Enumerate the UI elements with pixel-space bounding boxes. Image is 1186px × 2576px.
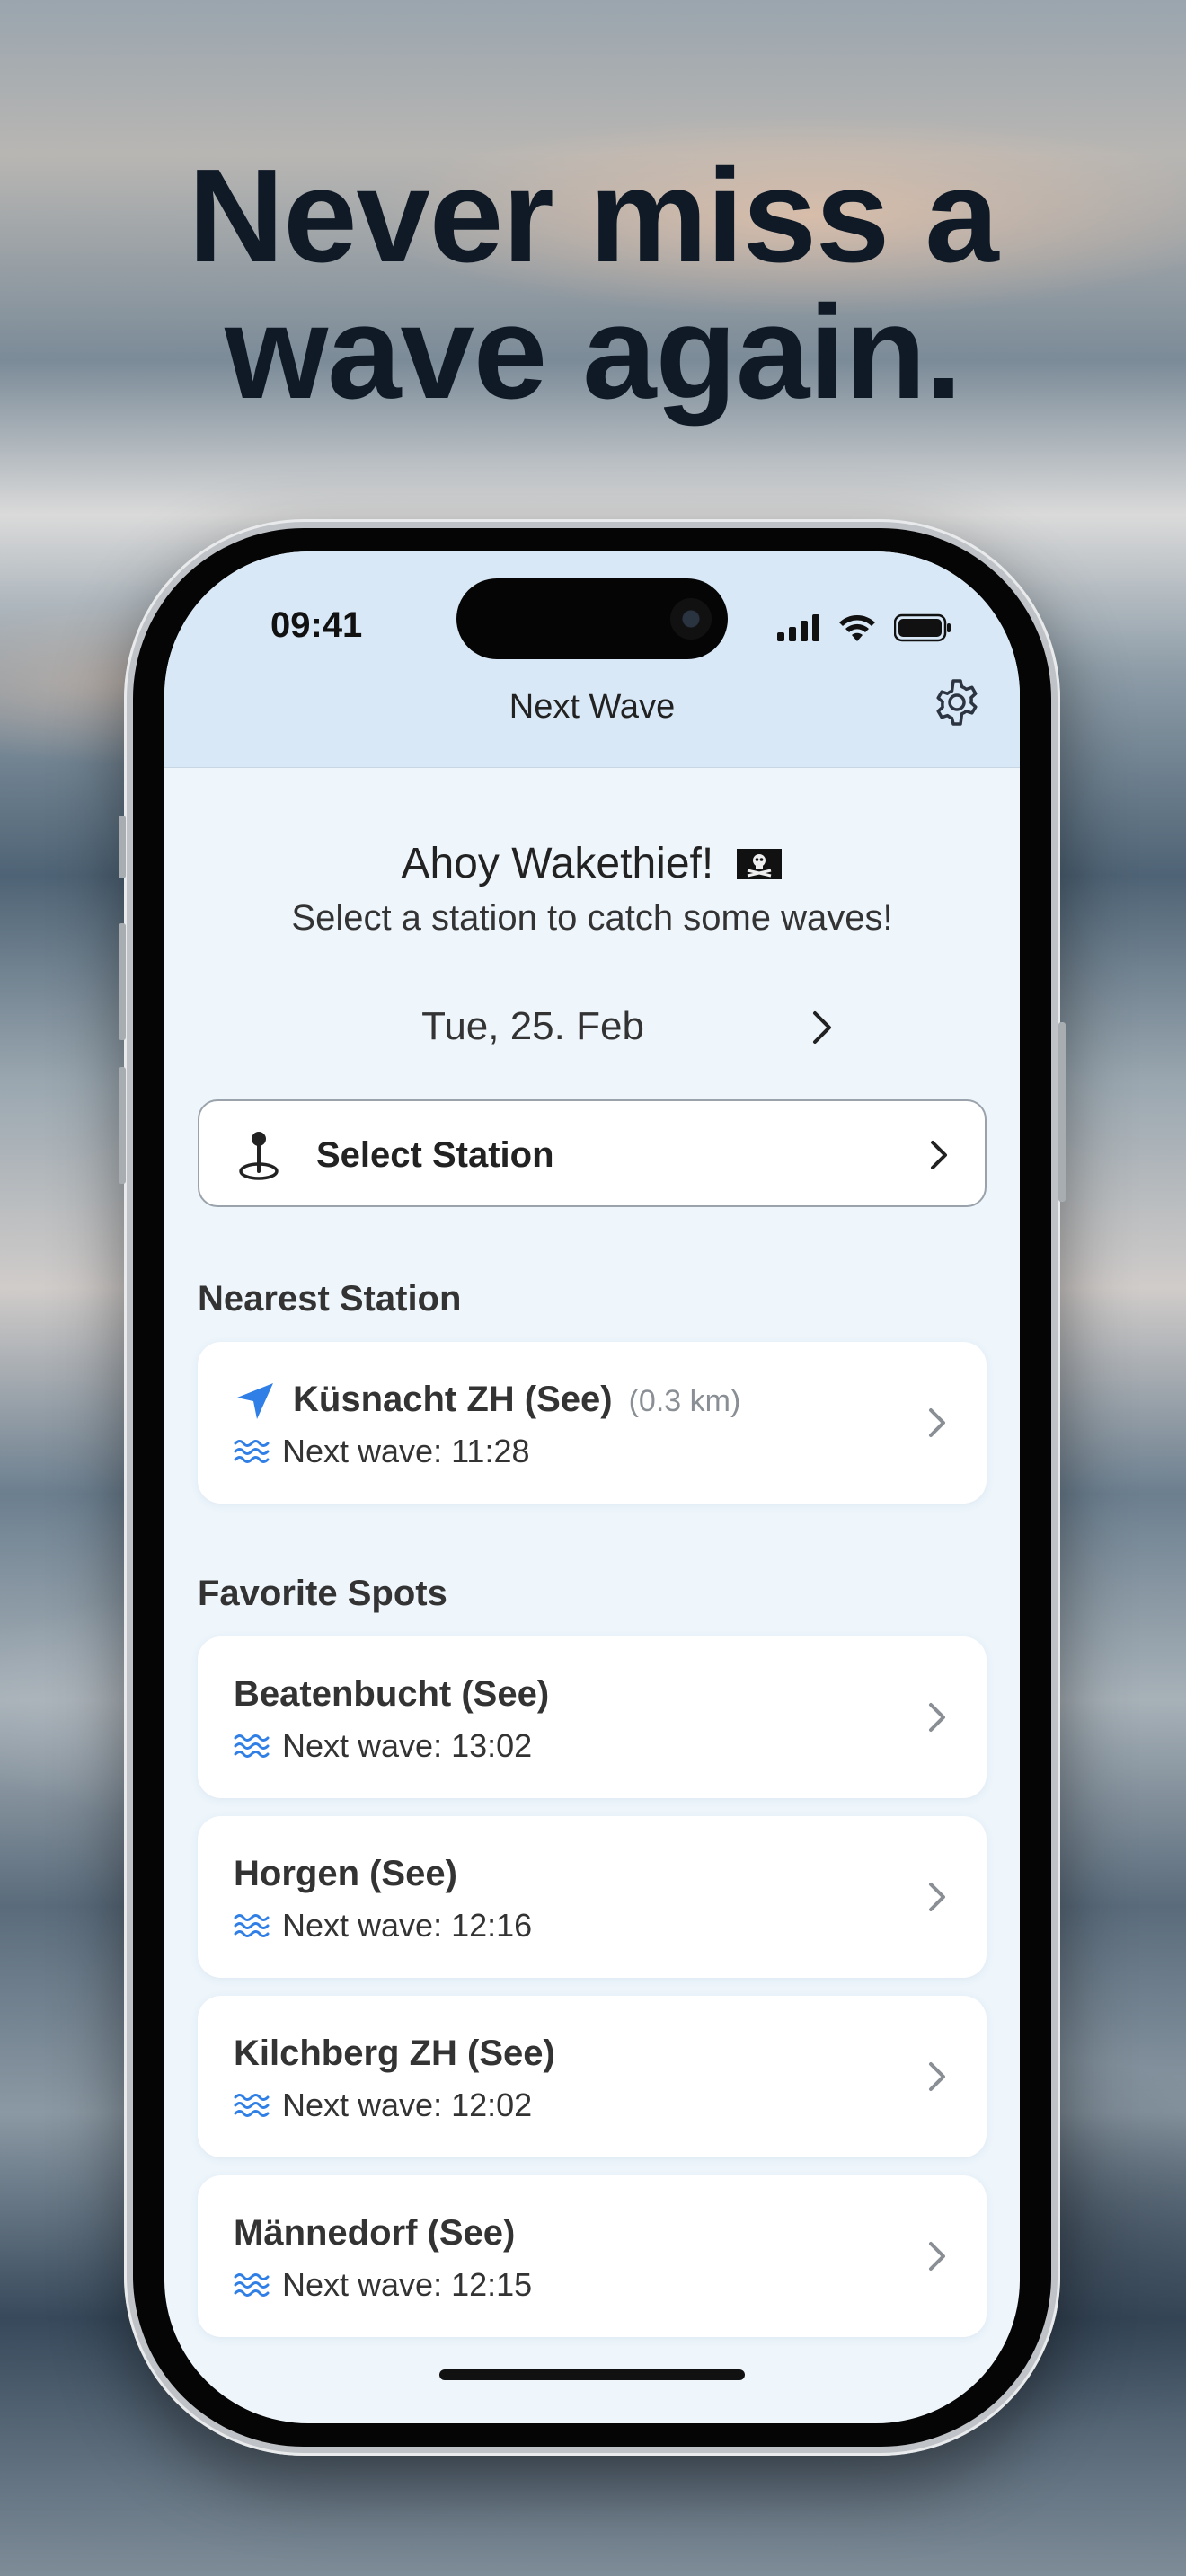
select-station-button[interactable]: Select Station (198, 1099, 987, 1207)
nearest-station-heading: Nearest Station (198, 1279, 462, 1319)
greeting-title: Ahoy Wakethief! (164, 839, 1020, 888)
favorite-spot-card[interactable]: Kilchberg ZH (See) Next wave: 12:02 (198, 1996, 987, 2157)
power-button (1058, 1022, 1066, 1202)
waves-icon (234, 1440, 270, 1463)
next-wave-row: Next wave: 12:16 (234, 1906, 532, 1945)
greeting-subtitle: Select a station to catch some waves! (291, 898, 893, 938)
location-arrow-icon (237, 1383, 273, 1419)
nearest-station-card[interactable]: Küsnacht ZH (See) (0.3 km) Next wave: 11:… (198, 1342, 987, 1504)
map-pin-icon (239, 1132, 279, 1180)
date-selector: Tue, 25. Feb (164, 999, 1020, 1056)
nav-title: Next Wave (509, 688, 676, 726)
spot-name: Kilchberg ZH (See) (234, 2033, 555, 2073)
battery-icon (894, 613, 951, 642)
status-icons (777, 605, 951, 650)
wifi-icon (839, 615, 875, 641)
next-wave-row: Next wave: 12:02 (234, 2086, 532, 2125)
chevron-right-icon (929, 1703, 945, 1732)
spot-name: Männedorf (See) (234, 2213, 516, 2253)
chevron-right-icon (929, 2062, 945, 2091)
chevron-right-icon (929, 2242, 945, 2271)
greeting-text: Ahoy Wakethief! (401, 840, 714, 887)
select-station-label: Select Station (316, 1135, 554, 1175)
action-button (119, 816, 126, 878)
volume-up-button (119, 923, 126, 1040)
station-title: Küsnacht ZH (See) (0.3 km) (293, 1380, 740, 1420)
chevron-right-icon (929, 1883, 945, 1911)
dynamic-island (456, 578, 728, 659)
headline: Never miss a wave again. (0, 148, 1186, 421)
next-wave-row: Next wave: 13:02 (234, 1726, 532, 1766)
favorite-spot-card[interactable]: Männedorf (See) Next wave: 12:15 (198, 2175, 987, 2337)
next-wave-text: Next wave: 12:16 (282, 1907, 533, 1944)
navigation-bar: 09:41 Next Wave (164, 551, 1020, 768)
favorite-spot-card[interactable]: Beatenbucht (See) Next wave: 13:02 (198, 1636, 987, 1798)
next-wave-row: Next wave: 12:15 (234, 2265, 532, 2305)
chevron-right-icon[interactable] (804, 1008, 840, 1047)
app-screen: 09:41 Next Wave Ahoy Wakethief! Select a… (164, 551, 1020, 2423)
next-wave-text: Next wave: 13:02 (282, 1727, 533, 1764)
phone-frame: 09:41 Next Wave Ahoy Wakethief! Select a… (119, 519, 1066, 2456)
pirate-flag-icon (736, 849, 782, 880)
volume-down-button (119, 1067, 126, 1184)
home-indicator[interactable] (439, 2369, 745, 2380)
chevron-right-icon (931, 1141, 947, 1169)
favorite-spots-heading: Favorite Spots (198, 1574, 447, 1613)
cellular-signal-icon (777, 614, 819, 641)
favorite-spot-card[interactable]: Horgen (See) Next wave: 12:16 (198, 1816, 987, 1978)
next-wave-row: Next wave: 11:28 (234, 1432, 529, 1471)
waves-icon (234, 2094, 270, 2117)
next-wave-text: Next wave: 12:02 (282, 2086, 533, 2123)
chevron-right-icon (929, 1408, 945, 1437)
spot-name: Beatenbucht (See) (234, 1674, 550, 1714)
waves-icon (234, 1734, 270, 1758)
next-wave-text: Next wave: 11:28 (282, 1433, 530, 1469)
station-distance: (0.3 km) (628, 1384, 741, 1418)
status-time: 09:41 (270, 605, 363, 645)
waves-icon (234, 1914, 270, 1937)
selected-date[interactable]: Tue, 25. Feb (326, 1004, 739, 1049)
gear-icon[interactable] (930, 675, 984, 729)
camera-icon (670, 598, 712, 640)
spot-name: Horgen (See) (234, 1854, 457, 1893)
waves-icon (234, 2273, 270, 2297)
next-wave-text: Next wave: 12:15 (282, 2266, 533, 2303)
headline-line-2: wave again. (225, 278, 962, 427)
station-name: Küsnacht ZH (See) (293, 1380, 613, 1419)
headline-line-1: Never miss a (188, 142, 998, 290)
